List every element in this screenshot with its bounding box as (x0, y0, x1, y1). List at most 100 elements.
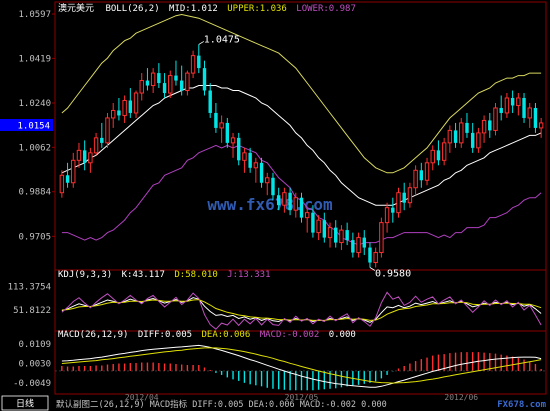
macd-name: MACD(26,12,9) (58, 330, 128, 340)
candle-body (493, 107, 498, 131)
candle-body (504, 97, 510, 114)
price-annotation-label: 1.0475 (204, 34, 240, 45)
candle-body (516, 97, 521, 106)
candle-body (373, 252, 378, 264)
candle-body (197, 55, 201, 69)
candle-body (345, 230, 349, 241)
macd-header: MACD(26,12,9) DIFF:0.005 DEA:0.006 MACD:… (58, 330, 356, 340)
candle-body (402, 192, 406, 203)
candle-body (110, 109, 116, 119)
candle-body (447, 129, 453, 144)
symbol-label: 澳元美元 (58, 2, 94, 14)
chart-canvas: 1.0597 1.0419 1.0240 1.0062 0.9884 0.9705 113.… (0, 0, 550, 411)
candle-body (304, 212, 310, 219)
candle-body (282, 192, 287, 206)
candle-body (488, 120, 492, 131)
candle-body (82, 150, 87, 163)
candle-body (88, 152, 93, 164)
candle-body (327, 227, 333, 239)
candle-body (322, 220, 327, 238)
candle-body (362, 237, 366, 248)
upper-label: UPPER:1.036 (227, 4, 287, 14)
y-tick-label: 0.9705 (18, 232, 51, 242)
macd-value-label: MACD:-0.002 (260, 330, 320, 340)
candle-body (202, 68, 207, 91)
candle-body (533, 107, 538, 128)
candle-body (145, 80, 150, 86)
candle-body (117, 110, 121, 116)
y-tick-label: -0.0049 (13, 379, 51, 389)
date-label: 2012/06 (444, 393, 478, 402)
candle-body (214, 112, 218, 128)
candle-body (481, 119, 487, 134)
candle-body (379, 222, 384, 254)
candle-body (59, 174, 65, 194)
candle-body (459, 122, 464, 144)
candle-body (430, 149, 435, 164)
candle-body (230, 137, 236, 144)
candle-body (190, 55, 196, 74)
macd-extra-label: 0.000 (329, 330, 356, 340)
date-label: 2012/05 (285, 393, 319, 402)
candle-body (139, 80, 144, 94)
candle-body (288, 192, 292, 211)
period-tab-label: 日线 (16, 398, 34, 410)
candle-body (311, 212, 315, 233)
candle-body (424, 162, 430, 181)
candle-body (128, 100, 133, 113)
candle-body (248, 152, 252, 168)
y-tick-label: 113.3754 (8, 282, 51, 292)
candle-body (527, 107, 532, 119)
candle-body (413, 169, 418, 189)
candle-body (265, 177, 270, 184)
kdj-j-label: J:13.331 (227, 270, 270, 280)
candle-body (259, 162, 264, 183)
current-price-label: 1.0154 (17, 122, 50, 132)
y-tick-label: 51.8122 (13, 306, 51, 316)
kdj-k-label: K:43.117 (122, 270, 165, 280)
candle-body (150, 72, 156, 87)
candle-body (299, 197, 304, 218)
candle-body (208, 90, 212, 113)
candle-body (368, 247, 372, 263)
candle-body (133, 92, 139, 114)
candle-body (242, 152, 247, 161)
date-label: 2012/04 (125, 393, 159, 402)
candle-body (356, 237, 361, 254)
candle-body (334, 227, 338, 243)
candle-body (476, 132, 481, 149)
y-tick-label: 1.0062 (18, 143, 51, 153)
candle-body (522, 98, 526, 118)
footer-status-text: 默认副图二(26,12,9) MACD指标 DIFF:0.005 DEA:0.0… (56, 399, 387, 410)
candle-body (162, 83, 167, 94)
candle-body (510, 98, 515, 106)
candle-body (71, 159, 76, 184)
candle-body (219, 122, 224, 129)
candle-body (391, 207, 395, 213)
y-tick-label: 0.9884 (18, 188, 51, 198)
site-logo: FX678.com (497, 400, 546, 410)
y-tick-label: 0.0030 (18, 360, 51, 370)
candle-body (225, 122, 230, 143)
kdj-header: KDJ(9,3,3) K:43.117 D:58.010 J:13.331 (58, 270, 271, 280)
candle-body (419, 170, 424, 181)
candle-body (436, 150, 441, 161)
kdj-name: KDJ(9,3,3) (58, 270, 112, 280)
candle-body (174, 75, 178, 81)
candle-body (157, 73, 161, 84)
price-annotation-label: 0.9580 (375, 269, 411, 280)
candle-body (407, 187, 413, 204)
candle-body (384, 207, 390, 224)
candle-body (339, 229, 344, 244)
candle-body (293, 197, 299, 211)
candle-body (93, 137, 99, 154)
candle-body (168, 75, 173, 94)
y-tick-label: 1.0419 (18, 54, 51, 64)
candle-body (453, 130, 458, 143)
y-tick-label: 1.0240 (18, 99, 51, 109)
candle-body (465, 122, 469, 133)
macd-dea-label: DEA:0.006 (201, 330, 250, 340)
candle-body (185, 72, 190, 92)
lower-label: LOWER:0.987 (296, 4, 356, 14)
indicator-label: BOLL(26,2) (105, 4, 159, 14)
